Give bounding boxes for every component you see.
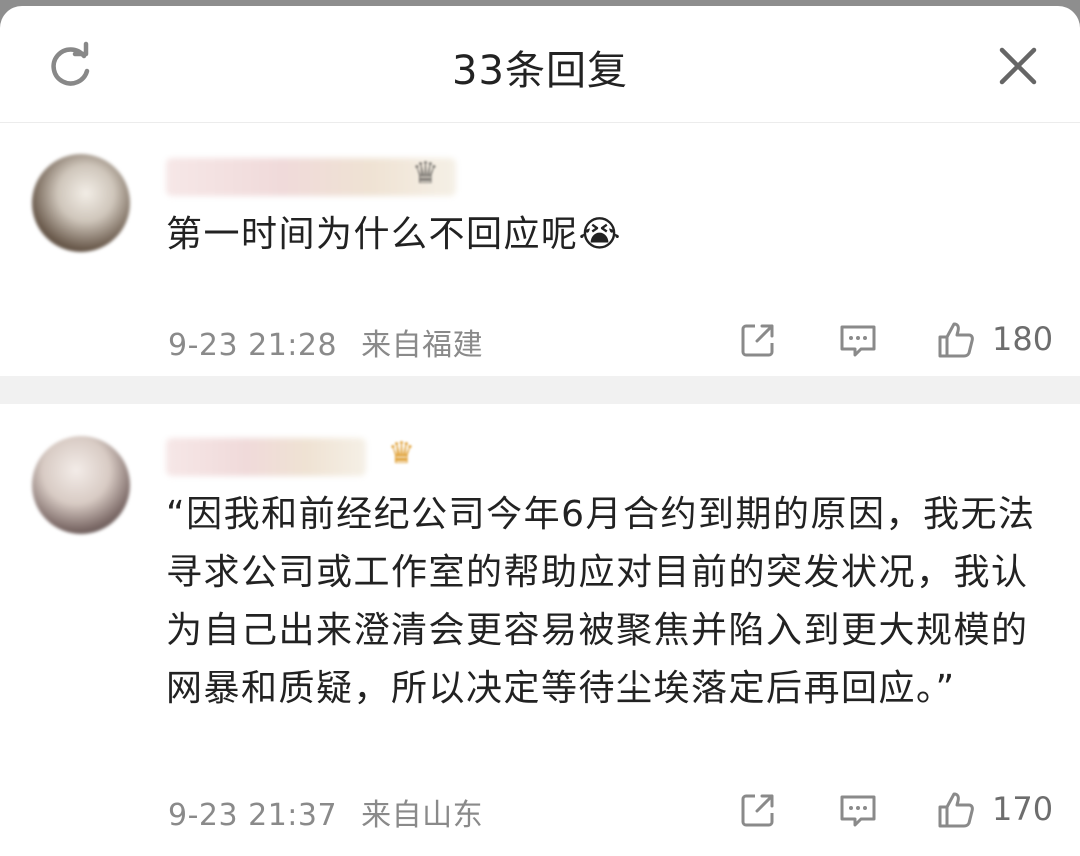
crown-icon: ♛ <box>388 436 415 471</box>
replies-sheet: 33条回复 ♛ 第一时间为什么不回应呢😭 9-23 21:28 来自福建 180 <box>0 6 1080 856</box>
like-count: 180 <box>992 320 1054 358</box>
thumbs-up-icon[interactable] <box>936 790 976 830</box>
comment-location: 来自福建 <box>361 328 484 363</box>
thumbs-up-icon[interactable] <box>936 320 976 360</box>
crying-emoji-icon: 😭 <box>578 214 623 255</box>
comment-time: 9-23 21:37 <box>168 798 338 833</box>
comment-icon[interactable] <box>838 790 878 830</box>
section-divider <box>0 376 1080 404</box>
comment-text: 第一时间为什么不回应呢😭 <box>166 214 623 255</box>
member-badge-icon: ♛ <box>412 156 439 191</box>
comment-meta: 9-23 21:37 来自山东 <box>168 790 483 834</box>
comment-icon[interactable] <box>838 320 878 360</box>
comment-meta: 9-23 21:28 来自福建 <box>168 320 483 364</box>
comment-location: 来自山东 <box>361 798 484 833</box>
avatar[interactable] <box>32 154 130 252</box>
share-icon[interactable] <box>738 320 778 360</box>
close-icon[interactable] <box>992 40 1044 92</box>
like-count: 170 <box>992 790 1054 828</box>
sheet-header: 33条回复 <box>0 6 1080 123</box>
comment-time: 9-23 21:28 <box>168 328 338 363</box>
comment-text: “因我和前经纪公司今年6月合约到期的原因，我无法寻求公司或工作室的帮助应对目前的… <box>166 494 1036 709</box>
page-title: 33条回复 <box>452 48 628 94</box>
comment-item: ♛ “因我和前经纪公司今年6月合约到期的原因，我无法寻求公司或工作室的帮助应对目… <box>0 406 1080 856</box>
username-blurred[interactable] <box>166 438 366 476</box>
comment-item: ♛ 第一时间为什么不回应呢😭 9-23 21:28 来自福建 180 <box>0 124 1080 374</box>
share-icon[interactable] <box>738 790 778 830</box>
avatar[interactable] <box>32 436 130 534</box>
